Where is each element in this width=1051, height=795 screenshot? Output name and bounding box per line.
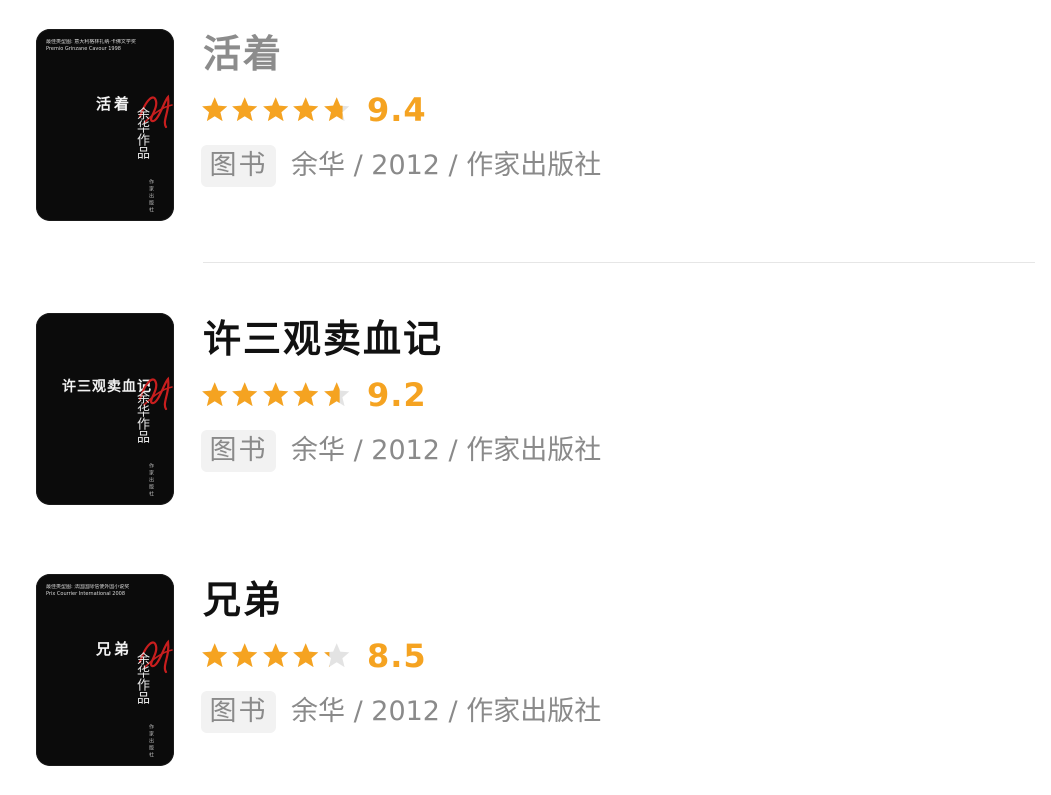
star-rating bbox=[200, 379, 352, 411]
list-item[interactable]: 最佳类型图: 意大利格林扎纳·卡佛文学奖 Premio Grinzane Cav… bbox=[0, 0, 1051, 221]
star-icon bbox=[293, 97, 319, 122]
cover-publisher: 作家出版社 bbox=[148, 724, 154, 759]
star-rating bbox=[200, 94, 352, 126]
book-title[interactable]: 许三观卖血记 bbox=[203, 317, 443, 361]
star-icon bbox=[323, 97, 349, 122]
star-icon bbox=[202, 97, 228, 122]
star-icon bbox=[293, 382, 319, 407]
cover-title: 活着 bbox=[96, 95, 133, 113]
star-icon bbox=[232, 97, 258, 122]
star-icon bbox=[262, 97, 289, 122]
cover-series-line: 最佳类型图: 意大利格林扎纳·卡佛文学奖 bbox=[46, 39, 136, 45]
star-icon bbox=[323, 643, 349, 668]
star-icon bbox=[202, 382, 228, 407]
cover-series-subline: Prix Courrier International 2008 bbox=[46, 591, 125, 597]
star-icon bbox=[232, 643, 258, 668]
cover-author: 余华作品 bbox=[134, 107, 149, 159]
cover-author: 余华作品 bbox=[134, 652, 149, 704]
rating-score: 8.5 bbox=[367, 637, 427, 675]
divider bbox=[203, 262, 1035, 263]
list-item[interactable]: 最佳类型图: 法国国际信使外国小说奖 Prix Courrier Interna… bbox=[0, 546, 1051, 766]
rating-score: 9.4 bbox=[367, 91, 427, 129]
cover-publisher: 作家出版社 bbox=[148, 463, 154, 498]
book-meta: 余华 / 2012 / 作家出版社 bbox=[291, 435, 602, 466]
cover-publisher: 作家出版社 bbox=[148, 179, 154, 214]
book-cover[interactable]: 许三观卖血记 余华作品 作家出版社 bbox=[36, 313, 174, 505]
category-tag: 图书 bbox=[201, 430, 276, 472]
list-item[interactable]: 许三观卖血记 余华作品 作家出版社 许三观卖血记 9.2 图书 余华 / 201… bbox=[0, 285, 1051, 505]
star-icon bbox=[262, 382, 289, 407]
cover-series-line: 最佳类型图: 法国国际信使外国小说奖 bbox=[46, 584, 130, 590]
category-tag: 图书 bbox=[201, 691, 276, 733]
book-title[interactable]: 兄弟 bbox=[203, 578, 283, 622]
book-cover[interactable]: 最佳类型图: 意大利格林扎纳·卡佛文学奖 Premio Grinzane Cav… bbox=[36, 29, 174, 221]
book-cover[interactable]: 最佳类型图: 法国国际信使外国小说奖 Prix Courrier Interna… bbox=[36, 574, 174, 766]
cover-title: 兄弟 bbox=[96, 640, 133, 658]
book-meta: 余华 / 2012 / 作家出版社 bbox=[291, 150, 602, 181]
cover-author: 余华作品 bbox=[134, 391, 149, 443]
cover-series-subline: Premio Grinzane Cavour 1998 bbox=[46, 46, 121, 52]
book-meta: 余华 / 2012 / 作家出版社 bbox=[291, 696, 602, 727]
book-title[interactable]: 活着 bbox=[203, 32, 283, 76]
star-icon bbox=[202, 643, 228, 668]
star-rating bbox=[200, 640, 352, 672]
star-icon bbox=[293, 643, 319, 668]
star-icon bbox=[323, 382, 349, 407]
star-icon bbox=[232, 382, 258, 407]
category-tag: 图书 bbox=[201, 145, 276, 187]
star-icon bbox=[262, 643, 289, 668]
rating-score: 9.2 bbox=[367, 376, 427, 414]
